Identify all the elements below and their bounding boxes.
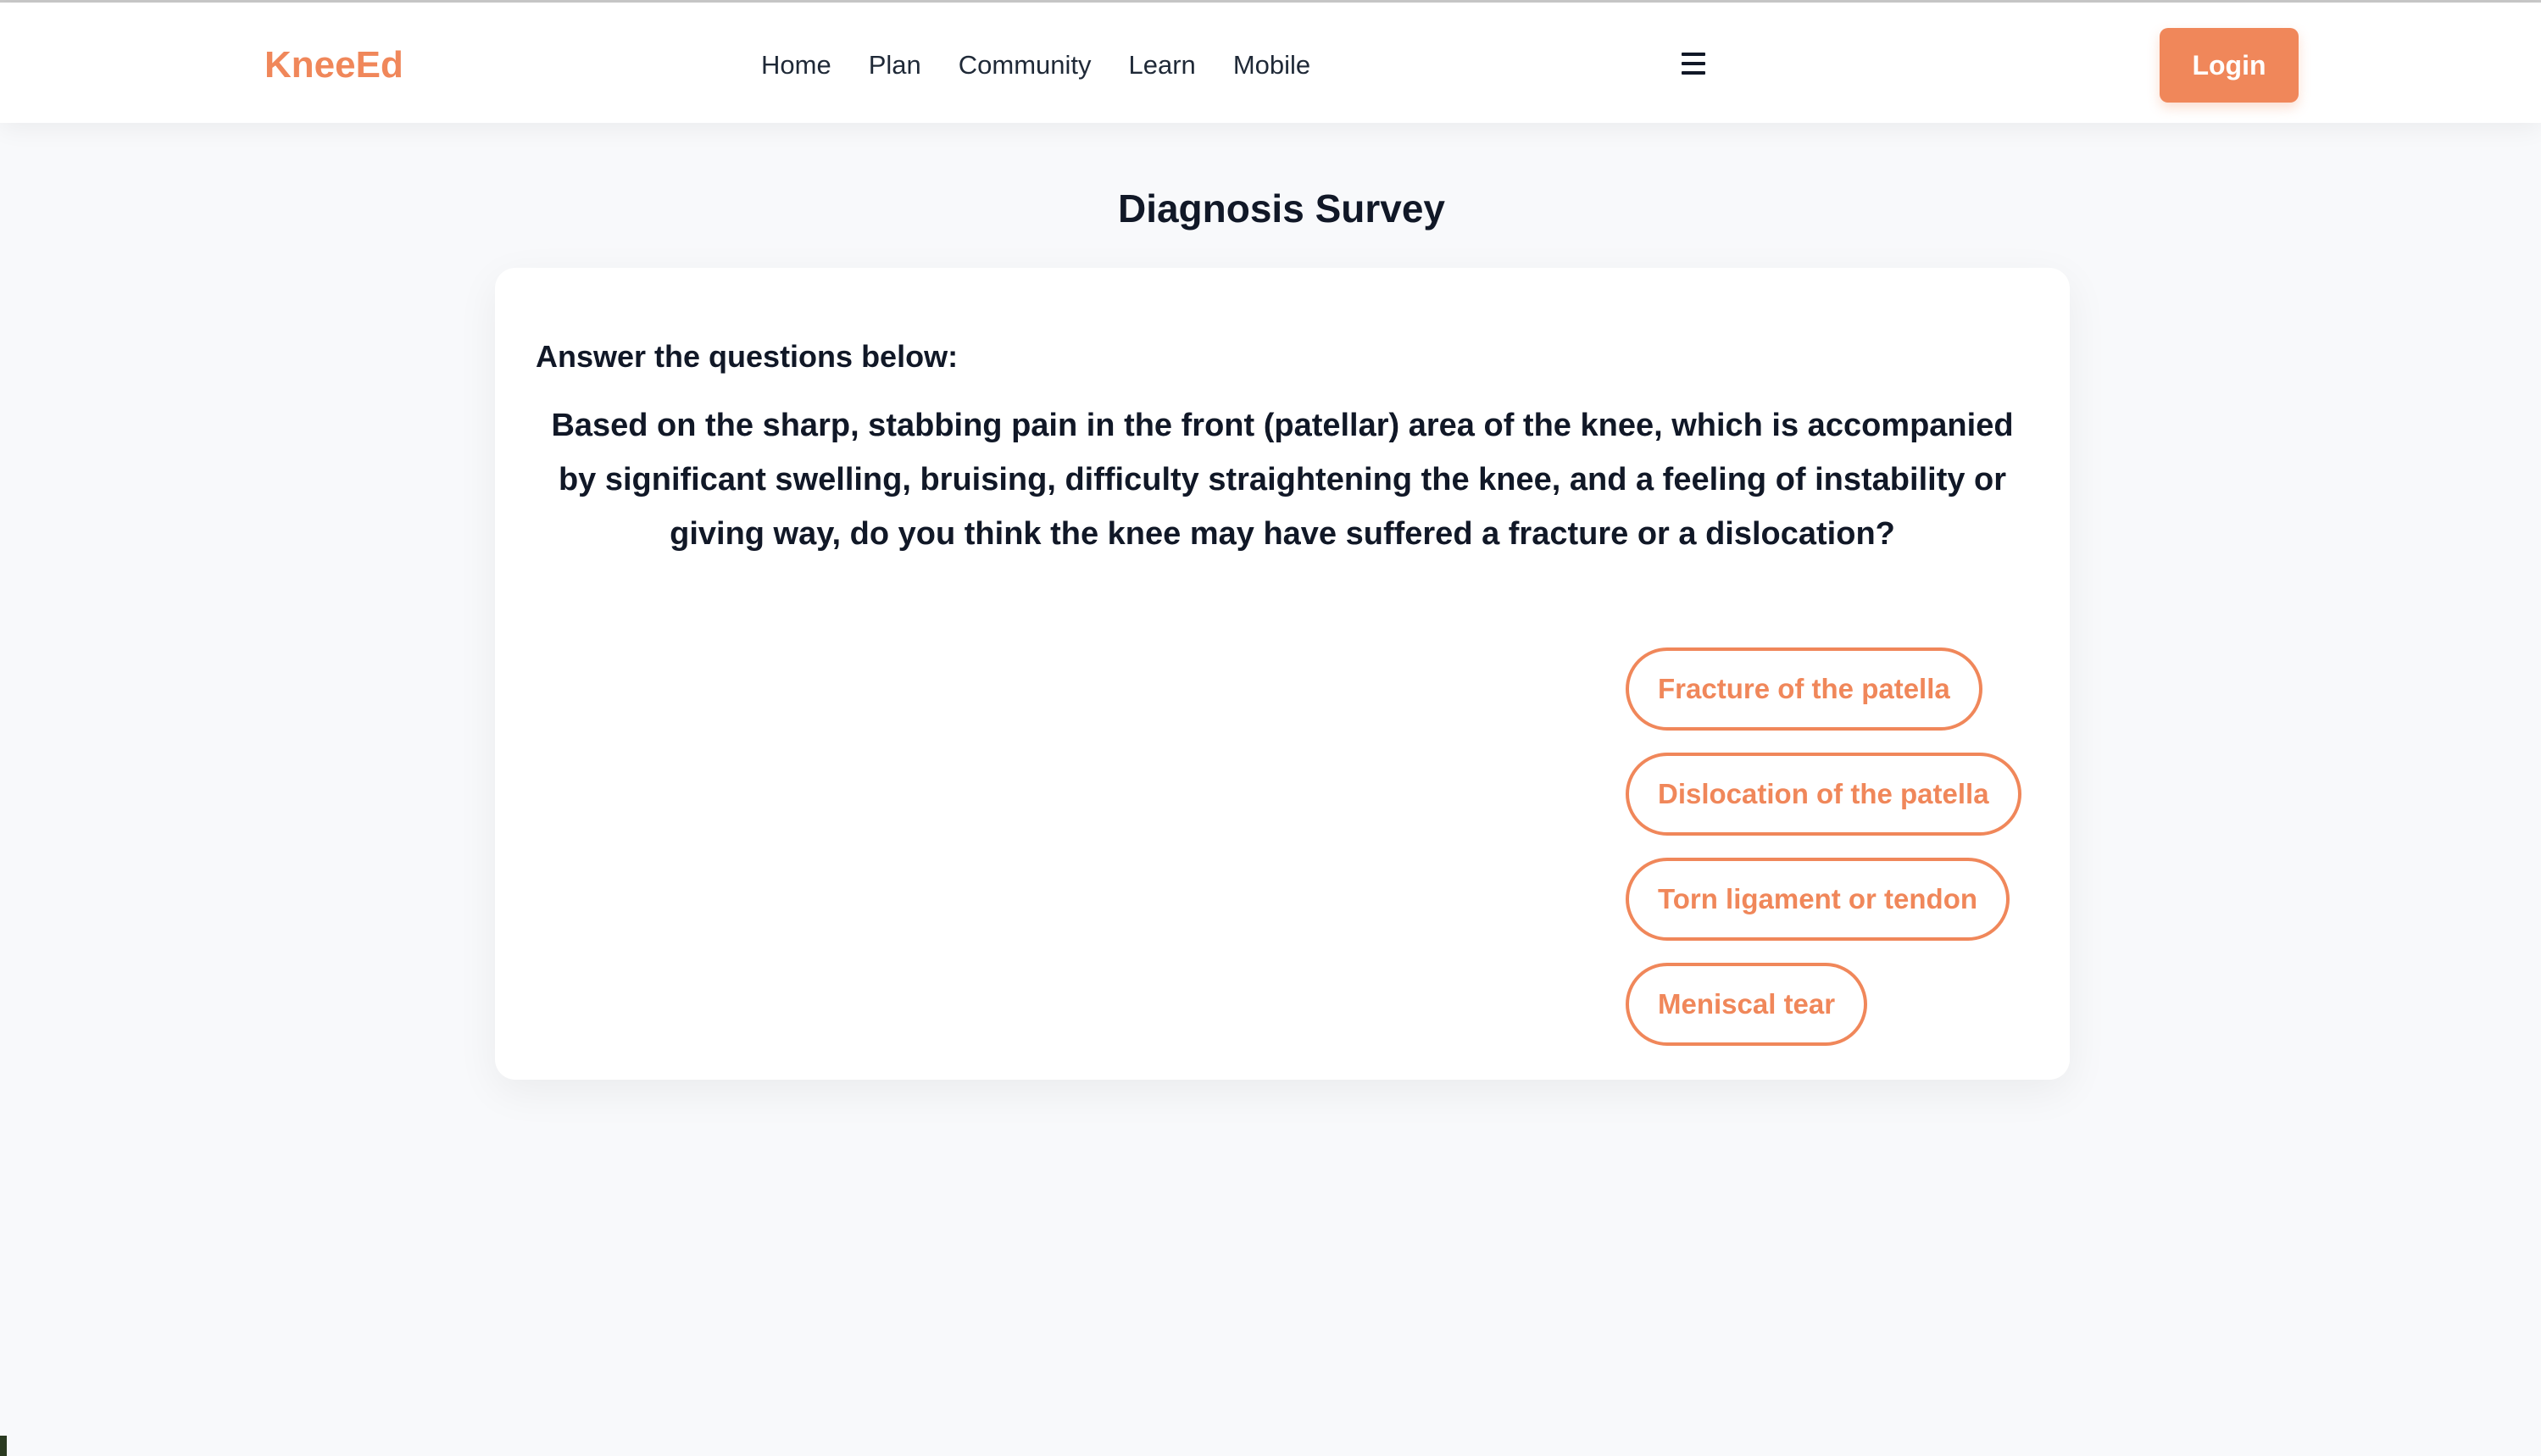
- nav-links: Home Plan Community Learn Mobile: [761, 47, 1310, 84]
- survey-card: Answer the questions below: Based on the…: [495, 268, 2070, 1080]
- answer-options: Fracture of the patella Dislocation of t…: [1626, 647, 2021, 1046]
- nav-link-mobile[interactable]: Mobile: [1233, 47, 1310, 84]
- nav-link-community[interactable]: Community: [959, 47, 1092, 84]
- nav-link-learn[interactable]: Learn: [1129, 47, 1196, 84]
- option-meniscal-tear[interactable]: Meniscal tear: [1626, 963, 1868, 1046]
- nav-link-plan[interactable]: Plan: [869, 47, 921, 84]
- survey-instructions: Answer the questions below:: [536, 339, 959, 374]
- hamburger-menu-icon[interactable]: [1682, 49, 1705, 78]
- page-title: Diagnosis Survey: [1117, 186, 1446, 231]
- option-dislocation-of-the-patella[interactable]: Dislocation of the patella: [1626, 753, 2021, 836]
- brand-logo[interactable]: KneeEd: [264, 42, 403, 89]
- login-button[interactable]: Login: [2160, 28, 2299, 103]
- option-torn-ligament-or-tendon[interactable]: Torn ligament or tendon: [1626, 858, 2010, 941]
- option-fracture-of-the-patella[interactable]: Fracture of the patella: [1626, 647, 1982, 731]
- window-corner-edge: [0, 1436, 7, 1456]
- survey-question: Based on the sharp, stabbing pain in the…: [551, 408, 2014, 552]
- navbar: KneeEd Home Plan Community Learn Mobile …: [0, 3, 2541, 123]
- nav-link-home[interactable]: Home: [761, 47, 831, 84]
